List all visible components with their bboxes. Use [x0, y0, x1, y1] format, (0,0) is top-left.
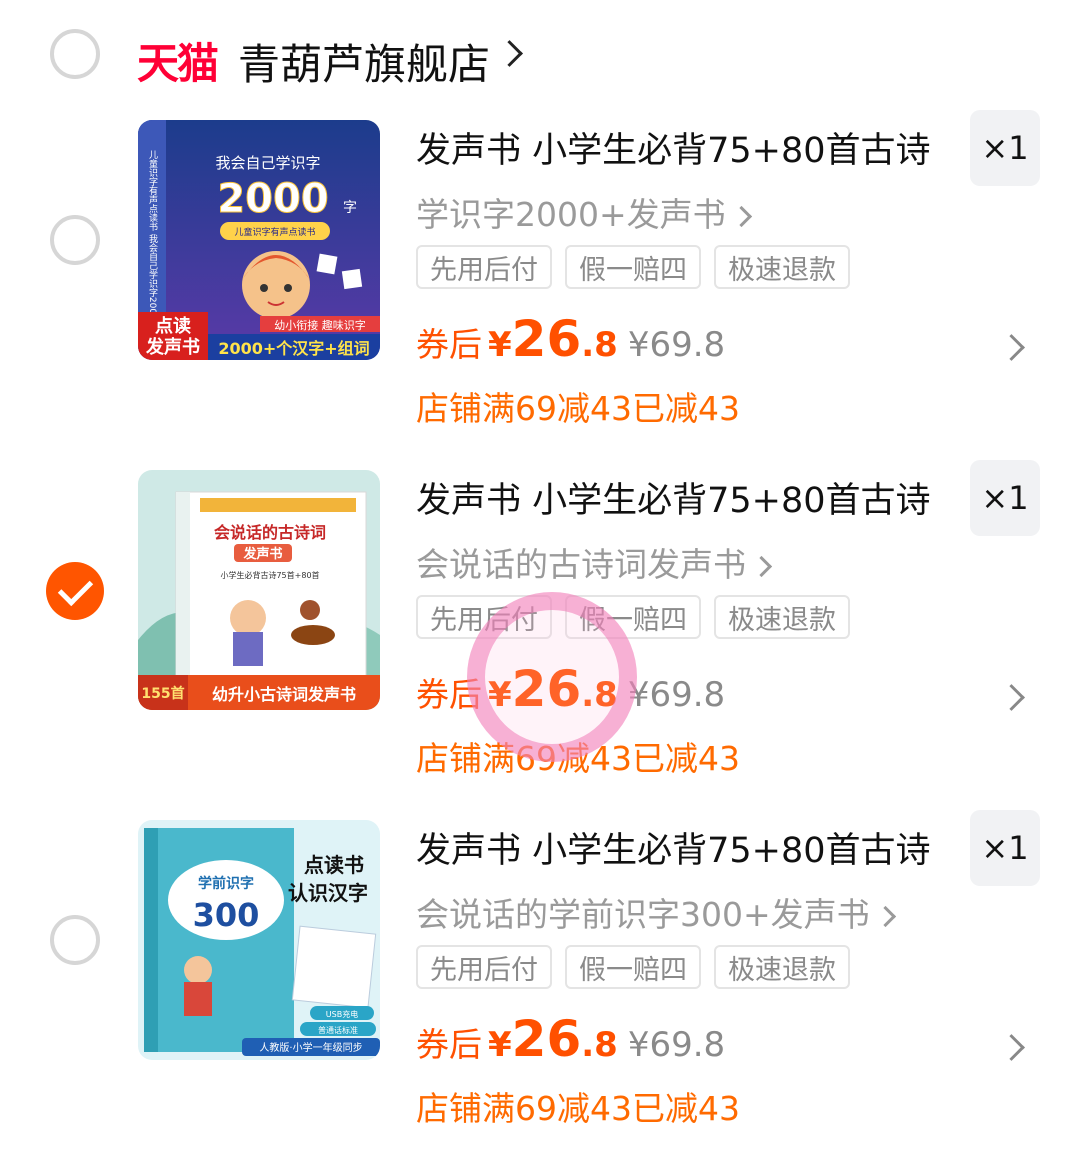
- cover-1-ribbon: 儿童识字有声点读书: [234, 226, 315, 238]
- shop-header: 天猫 青葫芦旗舰店: [0, 0, 1080, 110]
- cover-1-unit: 字: [343, 200, 357, 216]
- tag-fast-refund: 极速退款: [714, 945, 850, 989]
- touch-indicator: [467, 592, 637, 762]
- cover-3-headline-1: 点读书: [304, 853, 364, 877]
- cover-1-side-text: 儿童识字有声点读书 我会自己学识字2000: [147, 150, 158, 320]
- price-currency: ¥: [488, 325, 512, 365]
- item-1-title[interactable]: 发声书 小学生必背75+80首古诗: [416, 122, 931, 173]
- cover-3-feature-2: 普通话标准: [318, 1025, 358, 1035]
- item-3-sku-selector[interactable]: 会说话的学前识字300+发声书: [416, 888, 896, 936]
- original-price: ¥69.8: [627, 675, 726, 715]
- chevron-right-icon: [874, 905, 896, 928]
- chevron-right-icon[interactable]: [998, 684, 1025, 711]
- cover-2-title-1: 会说话的古诗词: [214, 523, 326, 542]
- item-3-service-tags: 先用后付 假一赔四 极速退款: [416, 945, 850, 989]
- tag-pay-later: 先用后付: [416, 945, 552, 989]
- tag-pay-later: 先用后付: [416, 245, 552, 289]
- item-3-promo: 店铺满69减43已减43: [416, 1089, 740, 1128]
- cover-1-top-text: 我会自己学识字: [215, 154, 320, 172]
- price-integer: 26: [511, 310, 582, 368]
- cover-3-book-title: 学前识字: [198, 875, 254, 892]
- item-1-thumbnail[interactable]: 儿童识字有声点读书 我会自己学识字2000 我会自己学识字 2000 字 儿童识…: [138, 120, 380, 360]
- tag-fast-refund: 极速退款: [714, 595, 850, 639]
- shop-name-link[interactable]: 青葫芦旗舰店: [238, 31, 490, 92]
- item-1-quantity[interactable]: ×1: [970, 110, 1040, 186]
- item-3-title[interactable]: 发声书 小学生必背75+80首古诗: [416, 822, 931, 873]
- item-3-quantity[interactable]: ×1: [970, 810, 1040, 886]
- cover-1-badge-left-1: 点读: [155, 315, 191, 337]
- tmall-logo: 天猫: [137, 39, 219, 88]
- chevron-right-icon[interactable]: [998, 1034, 1025, 1061]
- price-label: 券后: [416, 1025, 482, 1064]
- price-decimal: .8: [581, 1025, 618, 1065]
- item-1-price-row: 券后 ¥26.8 ¥69.8: [416, 310, 725, 368]
- cart-item-3: 学前识字 300 点读书 认识汉字 USB充电 普通话标准 人教版·小学一年级同…: [0, 810, 1080, 1170]
- price-label: 券后: [416, 325, 482, 364]
- cover-2-badge-right: 幼升小古诗词发声书: [212, 685, 356, 704]
- cover-1-big-number: 2000: [217, 176, 328, 222]
- cover-3-big-number: 300: [193, 896, 260, 934]
- item-2-sku-selector[interactable]: 会说话的古诗词发声书: [416, 538, 773, 586]
- item-1-sku-selector[interactable]: 学识字2000+发声书: [416, 188, 752, 236]
- price-decimal: .8: [581, 325, 618, 365]
- tag-fake-compensate: 假一赔四: [565, 945, 701, 989]
- cover-3-headline-2: 认识汉字: [288, 881, 368, 905]
- item-2-title[interactable]: 发声书 小学生必背75+80首古诗: [416, 472, 931, 523]
- tag-fake-compensate: 假一赔四: [565, 245, 701, 289]
- shop-select-radio[interactable]: [50, 29, 100, 79]
- item-2-sku-label: 会说话的古诗词发声书: [416, 545, 746, 584]
- item-2-quantity[interactable]: ×1: [970, 460, 1040, 536]
- chevron-right-icon: [750, 555, 773, 578]
- cover-1-badge-left-2: 发声书: [145, 336, 200, 358]
- price-integer: 26: [511, 1010, 582, 1068]
- item-2-thumbnail[interactable]: 会说话的古诗词 发声书 小学生必背古诗75首+80首 155首 幼升小古诗词发声…: [138, 470, 380, 710]
- item-1-service-tags: 先用后付 假一赔四 极速退款: [416, 245, 850, 289]
- item-1-sku-label: 学识字2000+发声书: [416, 195, 726, 234]
- chevron-right-icon: [730, 205, 752, 228]
- cover-2-title-2: 发声书: [242, 546, 282, 562]
- item-3-thumbnail[interactable]: 学前识字 300 点读书 认识汉字 USB充电 普通话标准 人教版·小学一年级同…: [138, 820, 380, 1060]
- tag-fast-refund: 极速退款: [714, 245, 850, 289]
- chevron-right-icon[interactable]: [998, 334, 1025, 361]
- chevron-right-icon[interactable]: [496, 40, 523, 67]
- cover-2-badge-left: 155首: [141, 685, 184, 702]
- cover-3-feature-1: USB充电: [326, 1009, 358, 1019]
- cart-item-1: 儿童识字有声点读书 我会自己学识字2000 我会自己学识字 2000 字 儿童识…: [0, 110, 1080, 470]
- cover-1-badge-right-2: 2000+个汉字+组词: [218, 339, 369, 358]
- original-price: ¥69.8: [627, 325, 726, 365]
- price-currency: ¥: [488, 1025, 512, 1065]
- item-3-price-row: 券后 ¥26.8 ¥69.8: [416, 1010, 725, 1068]
- cover-1-badge-right-1: 幼小衔接 趣味识字: [274, 318, 366, 332]
- item-1-promo: 店铺满69减43已减43: [416, 389, 740, 428]
- cover-2-subtitle: 小学生必背古诗75首+80首: [220, 570, 319, 580]
- item-3-sku-label: 会说话的学前识字300+发声书: [416, 895, 870, 934]
- cover-3-footer: 人教版·小学一年级同步: [259, 1041, 362, 1054]
- original-price: ¥69.8: [627, 1025, 726, 1065]
